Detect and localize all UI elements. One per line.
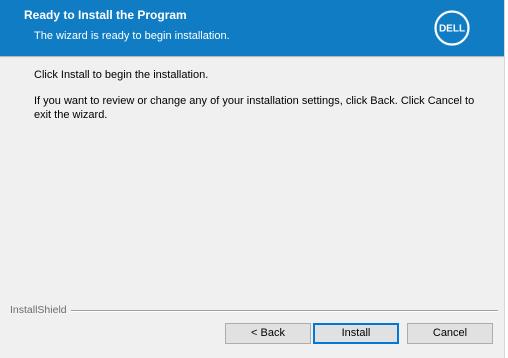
- logo-text: DELL: [439, 24, 465, 35]
- footer-divider: [71, 310, 498, 312]
- cancel-button[interactable]: Cancel: [407, 323, 493, 344]
- installshield-brand-row: InstallShield: [10, 304, 502, 316]
- dell-logo: DELL: [434, 10, 470, 46]
- instruction-text: Click Install to begin the installation.: [34, 69, 209, 81]
- header-divider: [0, 56, 504, 58]
- review-settings-text: If you want to review or change any of y…: [34, 95, 475, 121]
- header-banner: Ready to Install the Program The wizard …: [0, 0, 504, 56]
- back-button[interactable]: < Back: [225, 323, 311, 344]
- install-button[interactable]: Install: [313, 323, 399, 344]
- installshield-label: InstallShield: [10, 304, 67, 316]
- installer-dialog: Ready to Install the Program The wizard …: [0, 0, 505, 358]
- page-subtitle: The wizard is ready to begin installatio…: [34, 30, 230, 42]
- page-title: Ready to Install the Program: [24, 8, 187, 22]
